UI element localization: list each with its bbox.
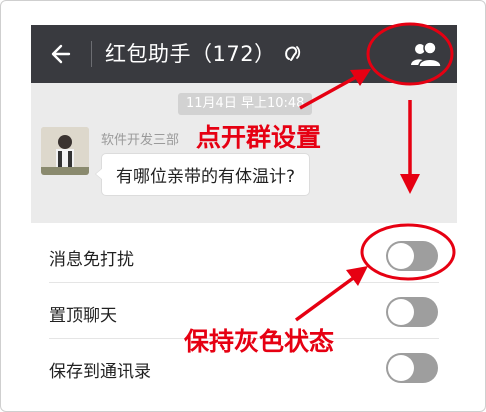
toggle-knob: [388, 355, 414, 381]
save-to-contacts-toggle[interactable]: [386, 353, 438, 383]
toggle-knob: [388, 299, 414, 325]
do-not-disturb-toggle[interactable]: [386, 241, 438, 271]
title-bar: 红包助手（172）: [31, 25, 457, 83]
message-bubble[interactable]: 有哪位亲带的有体温计?: [94, 153, 311, 196]
pin-chat-toggle[interactable]: [386, 297, 438, 327]
message-timestamp: 11月4日 早上10:48: [178, 93, 313, 115]
chat-title: 红包助手（172）: [105, 42, 276, 66]
back-arrow-icon[interactable]: [46, 40, 74, 68]
earpiece-icon: [281, 42, 303, 64]
group-members-icon[interactable]: [409, 40, 443, 68]
annotation-keep-gray: 保持灰色状态: [184, 327, 335, 356]
setting-label: 置顶聊天: [49, 306, 117, 326]
toggle-knob: [388, 243, 414, 269]
settings-list: 消息免打扰 置顶聊天 保存到通讯录: [31, 223, 457, 411]
sender-name: 软件开发三部: [101, 133, 180, 148]
annotation-open-group-settings: 点开群设置: [196, 123, 322, 152]
setting-label: 消息免打扰: [49, 250, 134, 270]
setting-do-not-disturb[interactable]: 消息免打扰: [31, 227, 457, 283]
setting-label: 保存到通讯录: [49, 362, 151, 382]
sender-avatar[interactable]: [41, 127, 89, 175]
title-separator: [91, 41, 92, 67]
